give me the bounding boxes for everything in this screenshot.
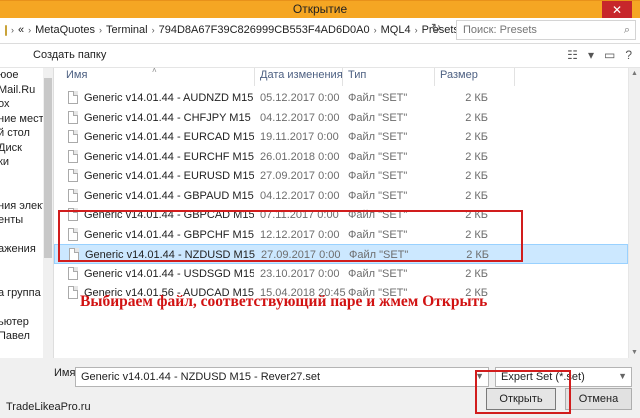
file-icon [68, 110, 78, 124]
help-icon[interactable]: ? [625, 48, 632, 62]
file-size: 2 КБ [465, 150, 488, 163]
breadcrumb-metaquotes[interactable]: MetaQuotes [35, 24, 95, 36]
preview-pane-icon[interactable]: ▭ [604, 48, 615, 62]
file-row[interactable]: Generic v14.01.44 - CHFJPY M15 - tolyayu… [54, 108, 628, 128]
breadcrumb-terminal[interactable]: Terminal [106, 24, 148, 36]
column-size[interactable]: Размер [440, 69, 478, 81]
column-date[interactable]: Дата изменения [260, 69, 343, 81]
file-icon [68, 91, 78, 104]
column-divider[interactable] [342, 68, 343, 86]
window-title: Открытие [292, 2, 348, 16]
view-options-icon[interactable]: ☷ [567, 48, 578, 62]
new-folder-button[interactable]: Создать папку [33, 49, 106, 61]
file-date: 26.01.2018 0:00 [260, 150, 340, 163]
column-type[interactable]: Тип [348, 69, 366, 81]
file-size: 2 КБ [465, 131, 488, 143]
file-date: 19.11.2017 0:00 [260, 131, 339, 143]
sort-up-icon: ˄ [152, 66, 157, 75]
file-icon [68, 266, 78, 280]
breadcrumb[interactable]: › « › MetaQuotes › Terminal › 794D8A67F3… [0, 19, 459, 41]
chevron-right-icon: › [28, 25, 32, 35]
file-type: Файл "SET" [348, 267, 408, 280]
toolbar: Создать папку ☷ ▾ ▭ ? [0, 44, 640, 68]
file-name: Generic v14.01.44 - USDSGD M15 - tolya..… [84, 267, 254, 280]
title-bar: Открытие ✕ [0, 0, 640, 19]
open-button-highlight-box [475, 370, 571, 414]
breadcrumb-mql4[interactable]: MQL4 [381, 24, 411, 36]
file-size: 2 КБ [465, 170, 488, 182]
chevron-right-icon: › [414, 25, 418, 35]
chevron-right-icon: › [99, 25, 103, 35]
file-name: Generic v14.01.44 - EURCAD M15 - Mr. Jo.… [84, 131, 254, 143]
chevron-right-icon: › [373, 25, 377, 35]
file-name: Generic v14.01.44 - GBPAUD M15 - Mr. Jo.… [84, 189, 254, 202]
column-divider[interactable] [434, 68, 435, 86]
breadcrumb-overflow[interactable]: « [18, 24, 24, 36]
chevron-down-icon[interactable]: ▼ [618, 371, 627, 381]
file-type: Файл "SET" [348, 150, 408, 163]
file-size: 2 КБ [465, 92, 488, 104]
file-type: Файл "SET" [348, 189, 408, 202]
file-icon [68, 169, 78, 182]
file-name: Generic v14.01.44 - EURUSD M15 - Rever..… [84, 170, 254, 182]
chevron-down-icon[interactable]: ▾ [588, 48, 594, 62]
chevron-right-icon: › [11, 25, 14, 35]
file-date: 27.09.2017 0:00 [260, 170, 340, 182]
filename-input[interactable] [81, 371, 471, 383]
scroll-down-icon[interactable]: ▼ [631, 349, 638, 356]
file-size: 2 КБ [465, 267, 488, 280]
cancel-button[interactable]: Отмена [565, 388, 632, 410]
search-icon[interactable]: ⌕ [624, 24, 630, 37]
file-icon [68, 149, 78, 163]
list-header: Имя ˄ Дата изменения Тип Размер [54, 66, 628, 86]
watermark: TradeLikeaPro.ru [6, 401, 91, 413]
column-divider[interactable] [514, 68, 515, 86]
file-date: 23.10.2017 0:00 [260, 267, 340, 280]
file-row[interactable]: Generic v14.01.44 - GBPAUD M15 - Mr. Jo.… [54, 186, 628, 206]
annotation-text: Выбираем файл, соответствующий паре и жм… [80, 293, 488, 310]
file-icon [68, 188, 78, 202]
file-size: 2 КБ [465, 111, 488, 124]
column-name[interactable]: Имя [66, 69, 87, 81]
filename-field[interactable]: ▼ [75, 367, 489, 387]
file-row[interactable]: Generic v14.01.44 - EURUSD M15 - Rever..… [54, 166, 628, 186]
refresh-icon[interactable]: ↻ [428, 21, 444, 39]
nav-scroll-thumb[interactable] [44, 78, 52, 258]
search-box[interactable]: ⌕ [456, 20, 636, 40]
file-date: 05.12.2017 0:00 [260, 92, 340, 104]
file-date: 04.12.2017 0:00 [260, 189, 340, 202]
file-row[interactable]: Generic v14.01.44 - USDSGD M15 - tolya..… [54, 264, 628, 284]
file-type: Файл "SET" [348, 170, 408, 182]
annotation-highlight-box [58, 210, 523, 262]
close-button[interactable]: ✕ [602, 1, 632, 19]
file-type: Файл "SET" [348, 131, 408, 143]
file-type: Файл "SET" [348, 92, 408, 104]
list-scrollbar[interactable]: ▲ ▼ [628, 68, 640, 358]
file-size: 2 КБ [465, 189, 488, 202]
breadcrumb-terminal-id[interactable]: 794D8A67F39C826999CB553F4AD6D0A0 [159, 24, 370, 36]
file-date: 04.12.2017 0:00 [260, 111, 340, 124]
file-name: Generic v14.01.44 - AUDNZD M15 - tolya..… [84, 92, 254, 104]
chevron-right-icon: › [151, 25, 155, 35]
file-row[interactable]: Generic v14.01.44 - EURCAD M15 - Mr. Jo.… [54, 127, 628, 147]
column-divider[interactable] [254, 68, 255, 86]
nav-scrollbar[interactable] [43, 68, 53, 358]
file-icon [68, 130, 78, 143]
folder-icon [5, 24, 7, 36]
file-name: Generic v14.01.44 - CHFJPY M15 - tolyayu… [84, 111, 254, 124]
file-rows: Generic v14.01.44 - AUDNZD M15 - tolya..… [54, 88, 628, 303]
file-icon [68, 286, 78, 299]
scroll-up-icon[interactable]: ▲ [631, 70, 638, 77]
file-row[interactable]: Generic v14.01.44 - EURCHF M15 - Mr. Jo.… [54, 147, 628, 167]
file-name: Generic v14.01.44 - EURCHF M15 - Mr. Jo.… [84, 150, 254, 163]
file-row[interactable]: Generic v14.01.44 - AUDNZD M15 - tolya..… [54, 88, 628, 108]
address-bar: › « › MetaQuotes › Terminal › 794D8A67F3… [0, 18, 640, 44]
search-input[interactable] [463, 24, 613, 36]
file-type: Файл "SET" [348, 111, 408, 124]
